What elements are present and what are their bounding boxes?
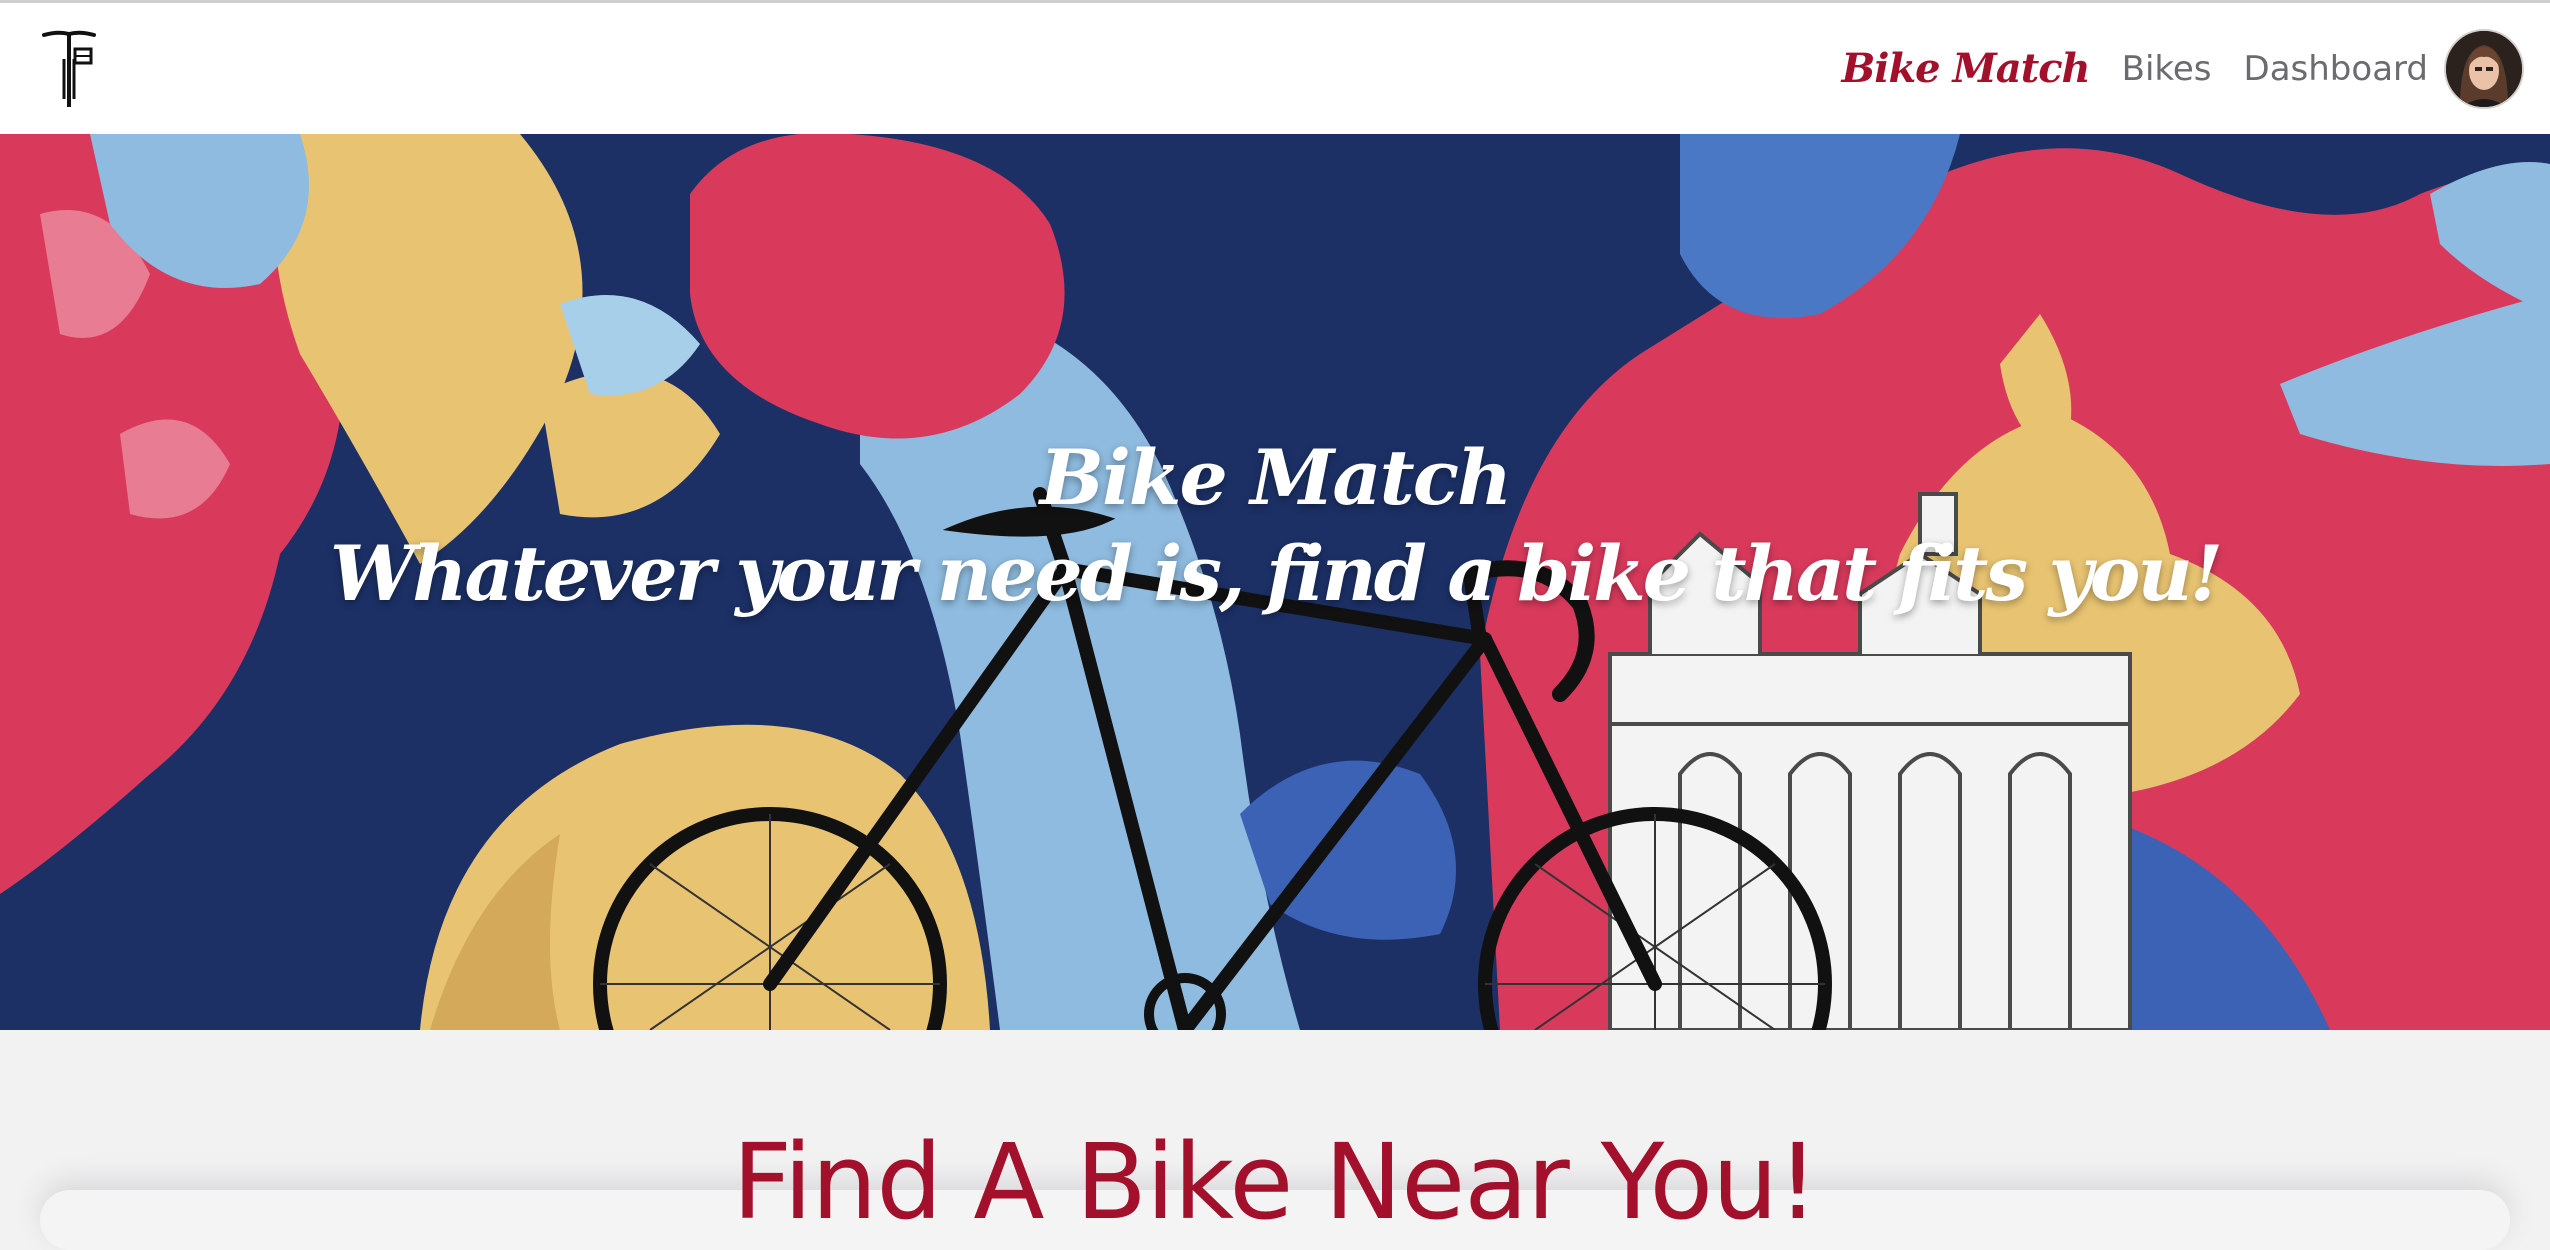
navbar: Bike Match Bikes Dashboard	[0, 3, 2550, 134]
hero-title: Bike Match	[1039, 433, 1513, 522]
hero-banner: Bike Match Whatever your need is, find a…	[0, 134, 2550, 1030]
nav-link-dashboard[interactable]: Dashboard	[2244, 49, 2428, 89]
hero-tagline: Whatever your need is, find a bike that …	[329, 529, 2223, 618]
bicycle-logo-icon	[42, 30, 96, 107]
avatar[interactable]	[2444, 28, 2524, 109]
hero-text: Bike Match Whatever your need is, find a…	[0, 430, 2550, 622]
find-bike-section: Find A Bike Near You!	[0, 1030, 2550, 1250]
home-logo[interactable]	[40, 29, 98, 109]
nav-menu: Bike Match Bikes Dashboard	[1841, 28, 2524, 109]
nav-brand-link[interactable]: Bike Match	[1841, 45, 2090, 92]
section-title: Find A Bike Near You!	[732, 1121, 1818, 1243]
user-avatar-icon	[2446, 30, 2522, 107]
nav-link-bikes[interactable]: Bikes	[2122, 49, 2212, 89]
